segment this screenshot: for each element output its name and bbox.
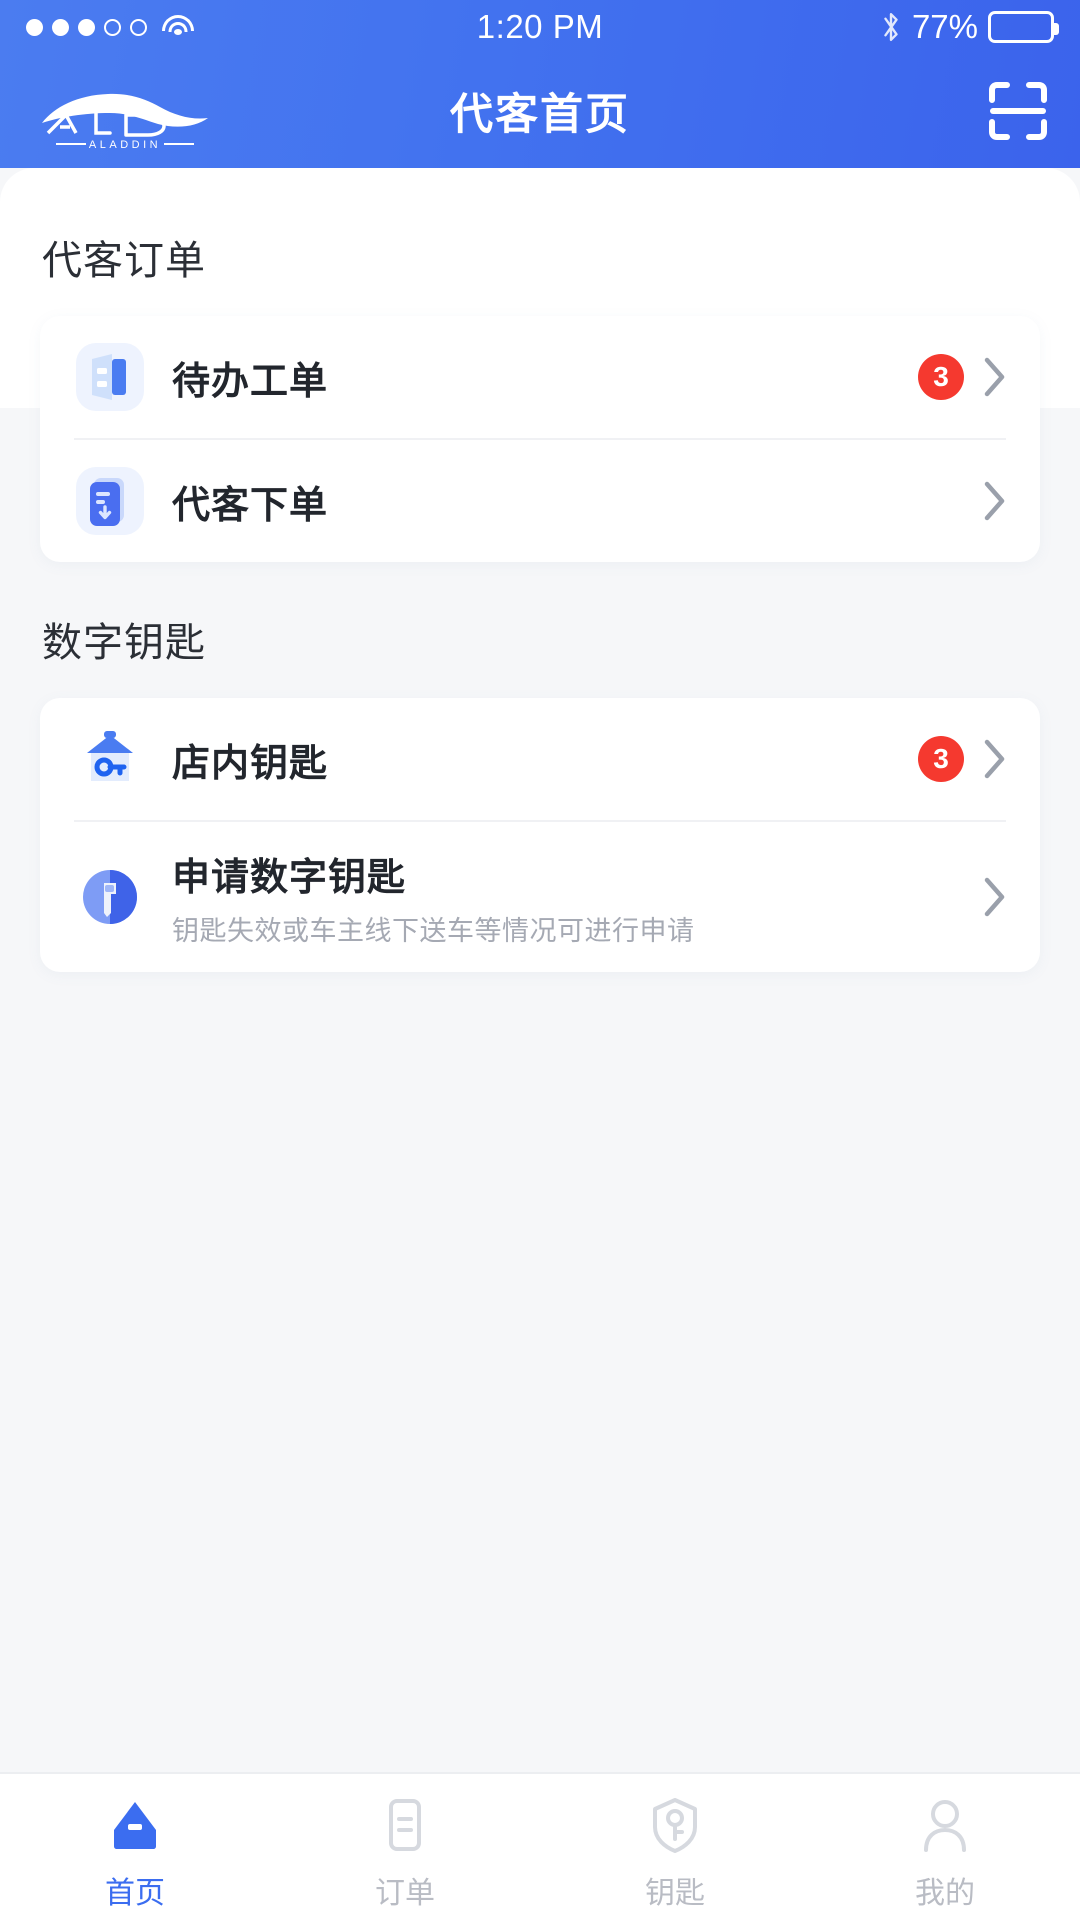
- list-item-text-block: 店内钥匙: [172, 732, 328, 787]
- list-item-title: 店内钥匙: [172, 742, 329, 785]
- place-order-icon: [74, 465, 146, 537]
- status-bar-right: 77%: [880, 8, 1059, 46]
- list-item-title: 待办工单: [172, 360, 329, 403]
- tab-keys[interactable]: 钥匙: [540, 1794, 810, 1912]
- chevron-right-icon[interactable]: [984, 357, 1006, 397]
- list-item-subtitle: 钥匙失效或车主线下送车等情况可进行申请: [172, 916, 695, 946]
- list-item-text-block: 申请数字钥匙 钥匙失效或车主线下送车等情况可进行申请: [172, 846, 695, 948]
- list-item-right: 3: [918, 736, 1006, 782]
- battery-percentage: 77%: [911, 8, 978, 45]
- tab-profile[interactable]: 我的: [810, 1794, 1080, 1912]
- section-title-digital-keys: 数字钥匙: [42, 621, 206, 665]
- bottom-tab-bar: 首页 订单 钥匙 我的: [0, 1772, 1080, 1920]
- order-list-icon: [374, 1794, 436, 1856]
- list-item-apply-digital-key[interactable]: 申请数字钥匙 钥匙失效或车主线下送车等情况可进行申请: [40, 822, 1040, 972]
- list-item-title: 代客下单: [172, 484, 329, 527]
- navigation-bar: ALADDIN 代客首页: [0, 54, 1080, 168]
- chevron-right-icon[interactable]: [984, 877, 1006, 917]
- list-item-title: 申请数字钥匙: [172, 857, 407, 899]
- app-screen: 1:20 PM 77% ALADDIN 代客首页 代客订单 待办工单 3 代客下…: [0, 0, 1080, 1920]
- apply-key-icon: [74, 861, 146, 933]
- page-title: 代客首页: [450, 91, 630, 139]
- content-sheet: 代客订单 待办工单 3 代客下单 数字钥匙 店内钥匙 3 申请数字钥匙 钥匙失效…: [0, 168, 1080, 1920]
- orders-card: 待办工单 3 代客下单: [40, 316, 1040, 562]
- list-item-right: [984, 877, 1006, 917]
- tab-label: 订单: [375, 1877, 435, 1910]
- digital-keys-card: 店内钥匙 3 申请数字钥匙 钥匙失效或车主线下送车等情况可进行申请: [40, 698, 1040, 972]
- status-badge: 3: [918, 354, 964, 400]
- app-header: 1:20 PM 77% ALADDIN 代客首页: [0, 0, 1080, 168]
- list-item-pending-work-order[interactable]: 待办工单 3: [40, 316, 1040, 438]
- store-key-icon: [74, 723, 146, 795]
- list-item-place-order[interactable]: 代客下单: [40, 440, 1040, 562]
- tab-label: 钥匙: [645, 1877, 705, 1910]
- status-badge: 3: [918, 736, 964, 782]
- chevron-right-icon[interactable]: [984, 739, 1006, 779]
- list-item-text-block: 代客下单: [172, 474, 328, 529]
- home-icon: [104, 1794, 166, 1856]
- chevron-right-icon[interactable]: [984, 481, 1006, 521]
- tab-label: 我的: [915, 1877, 975, 1910]
- tab-home[interactable]: 首页: [0, 1794, 270, 1912]
- list-item-store-key[interactable]: 店内钥匙 3: [40, 698, 1040, 820]
- tab-orders[interactable]: 订单: [270, 1794, 540, 1912]
- list-item-right: [984, 481, 1006, 521]
- scan-qr-icon[interactable]: [986, 79, 1050, 143]
- section-title-orders: 代客订单: [42, 239, 206, 283]
- status-bar: 1:20 PM 77%: [0, 0, 1080, 54]
- tab-label: 首页: [105, 1877, 165, 1910]
- key-shield-icon: [644, 1794, 706, 1856]
- profile-person-icon: [914, 1794, 976, 1856]
- list-item-text-block: 待办工单: [172, 350, 328, 405]
- bluetooth-icon: [884, 12, 898, 42]
- content-area: 代客订单 待办工单 3 代客下单 数字钥匙 店内钥匙 3 申请数字钥匙 钥匙失效…: [0, 168, 1080, 972]
- battery-icon: [988, 11, 1059, 43]
- work-order-icon: [74, 341, 146, 413]
- list-item-right: 3: [918, 354, 1006, 400]
